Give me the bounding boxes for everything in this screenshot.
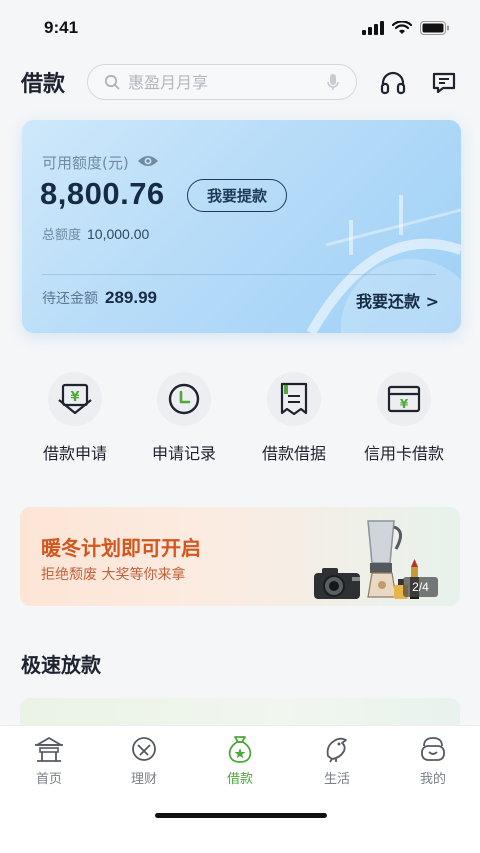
pavilion-icon — [9, 734, 89, 764]
tab-loan[interactable]: 借款 — [200, 734, 280, 787]
status-bar: 9:41 — [0, 0, 480, 58]
search-box[interactable] — [87, 64, 357, 100]
search-input[interactable] — [128, 69, 318, 95]
available-limit-text: 可用额度(元) — [42, 154, 129, 172]
tab-finance[interactable]: 理财 — [104, 734, 184, 787]
tab-label: 借款 — [226, 772, 253, 787]
credit-limit-card: 可用额度(元) 8,800.76 我要提款 总额度 10,000.00 待还金额 2… — [22, 120, 461, 333]
wifi-icon — [391, 20, 413, 39]
search-icon — [104, 74, 120, 94]
receipt-icon — [267, 372, 321, 426]
page-title: 借款 — [21, 72, 66, 97]
quick-action-records[interactable]: 申请记录 — [129, 372, 239, 464]
withdraw-button[interactable]: 我要提款 — [187, 179, 287, 212]
eye-icon[interactable] — [137, 154, 159, 172]
tab-life[interactable]: 生活 — [297, 734, 377, 787]
total-limit-label: 总额度 — [42, 228, 82, 243]
total-limit-value: 10,000.00 — [87, 226, 150, 242]
tab-label: 首页 — [35, 772, 62, 787]
repay-link[interactable]: 我要还款 > — [356, 288, 439, 312]
due-amount-row: 待还金额 289.99 — [42, 288, 157, 308]
available-amount: 8,800.76 — [40, 176, 165, 211]
promo-banner[interactable]: 暖冬计划即可开启 拒绝颓废 大奖等你来拿 2/4 — [20, 507, 460, 606]
quick-action-credit-card-loan[interactable]: ¥ 信用卡借款 — [349, 372, 459, 464]
finance-icon — [104, 734, 184, 764]
home-indicator — [155, 813, 327, 818]
header: 借款 — [0, 62, 480, 104]
life-icon — [297, 734, 377, 764]
quick-action-label: 借款借据 — [261, 444, 326, 463]
tab-bar: 首页 理财 借款 生活 我的 — [0, 725, 480, 853]
svg-text:¥: ¥ — [400, 397, 409, 411]
tab-label: 我的 — [419, 772, 446, 787]
headset-icon[interactable] — [378, 68, 408, 98]
signal-icon — [362, 20, 384, 39]
quick-action-label: 信用卡借款 — [363, 444, 444, 463]
card-divider — [42, 274, 436, 275]
promo-title: 暖冬计划即可开启 — [41, 536, 201, 560]
message-icon[interactable] — [429, 68, 459, 98]
promo-page-indicator: 2/4 — [403, 577, 438, 597]
tab-label: 理财 — [130, 772, 157, 787]
svg-text:¥: ¥ — [70, 390, 79, 405]
due-amount-value: 289.99 — [105, 288, 157, 307]
quick-action-label: 申请记录 — [151, 444, 216, 463]
total-limit-row: 总额度 10,000.00 — [42, 224, 149, 243]
status-icons — [362, 20, 450, 39]
quick-action-receipt[interactable]: 借款借据 — [239, 372, 349, 464]
quick-action-loan-apply[interactable]: ¥ 借款申请 — [20, 372, 130, 464]
due-amount-label: 待还金额 — [42, 291, 98, 307]
profile-icon — [393, 734, 473, 764]
battery-icon — [420, 20, 450, 39]
clock-icon — [157, 372, 211, 426]
section-title: 极速放款 — [21, 653, 101, 677]
tab-label: 生活 — [323, 772, 350, 787]
tab-profile[interactable]: 我的 — [393, 734, 473, 787]
available-limit-label: 可用额度(元) — [42, 152, 159, 173]
quick-actions: ¥ 借款申请 申请记录 借款借据 ¥ 信用卡借款 — [0, 372, 480, 472]
tab-home[interactable]: 首页 — [9, 734, 89, 787]
mic-icon[interactable] — [326, 73, 340, 96]
loan-apply-icon: ¥ — [48, 372, 102, 426]
status-time: 9:41 — [44, 18, 79, 37]
money-bag-icon — [200, 734, 280, 764]
promo-subtitle: 拒绝颓废 大奖等你来拿 — [41, 567, 186, 583]
quick-action-label: 借款申请 — [42, 444, 107, 463]
credit-card-icon: ¥ — [377, 372, 431, 426]
